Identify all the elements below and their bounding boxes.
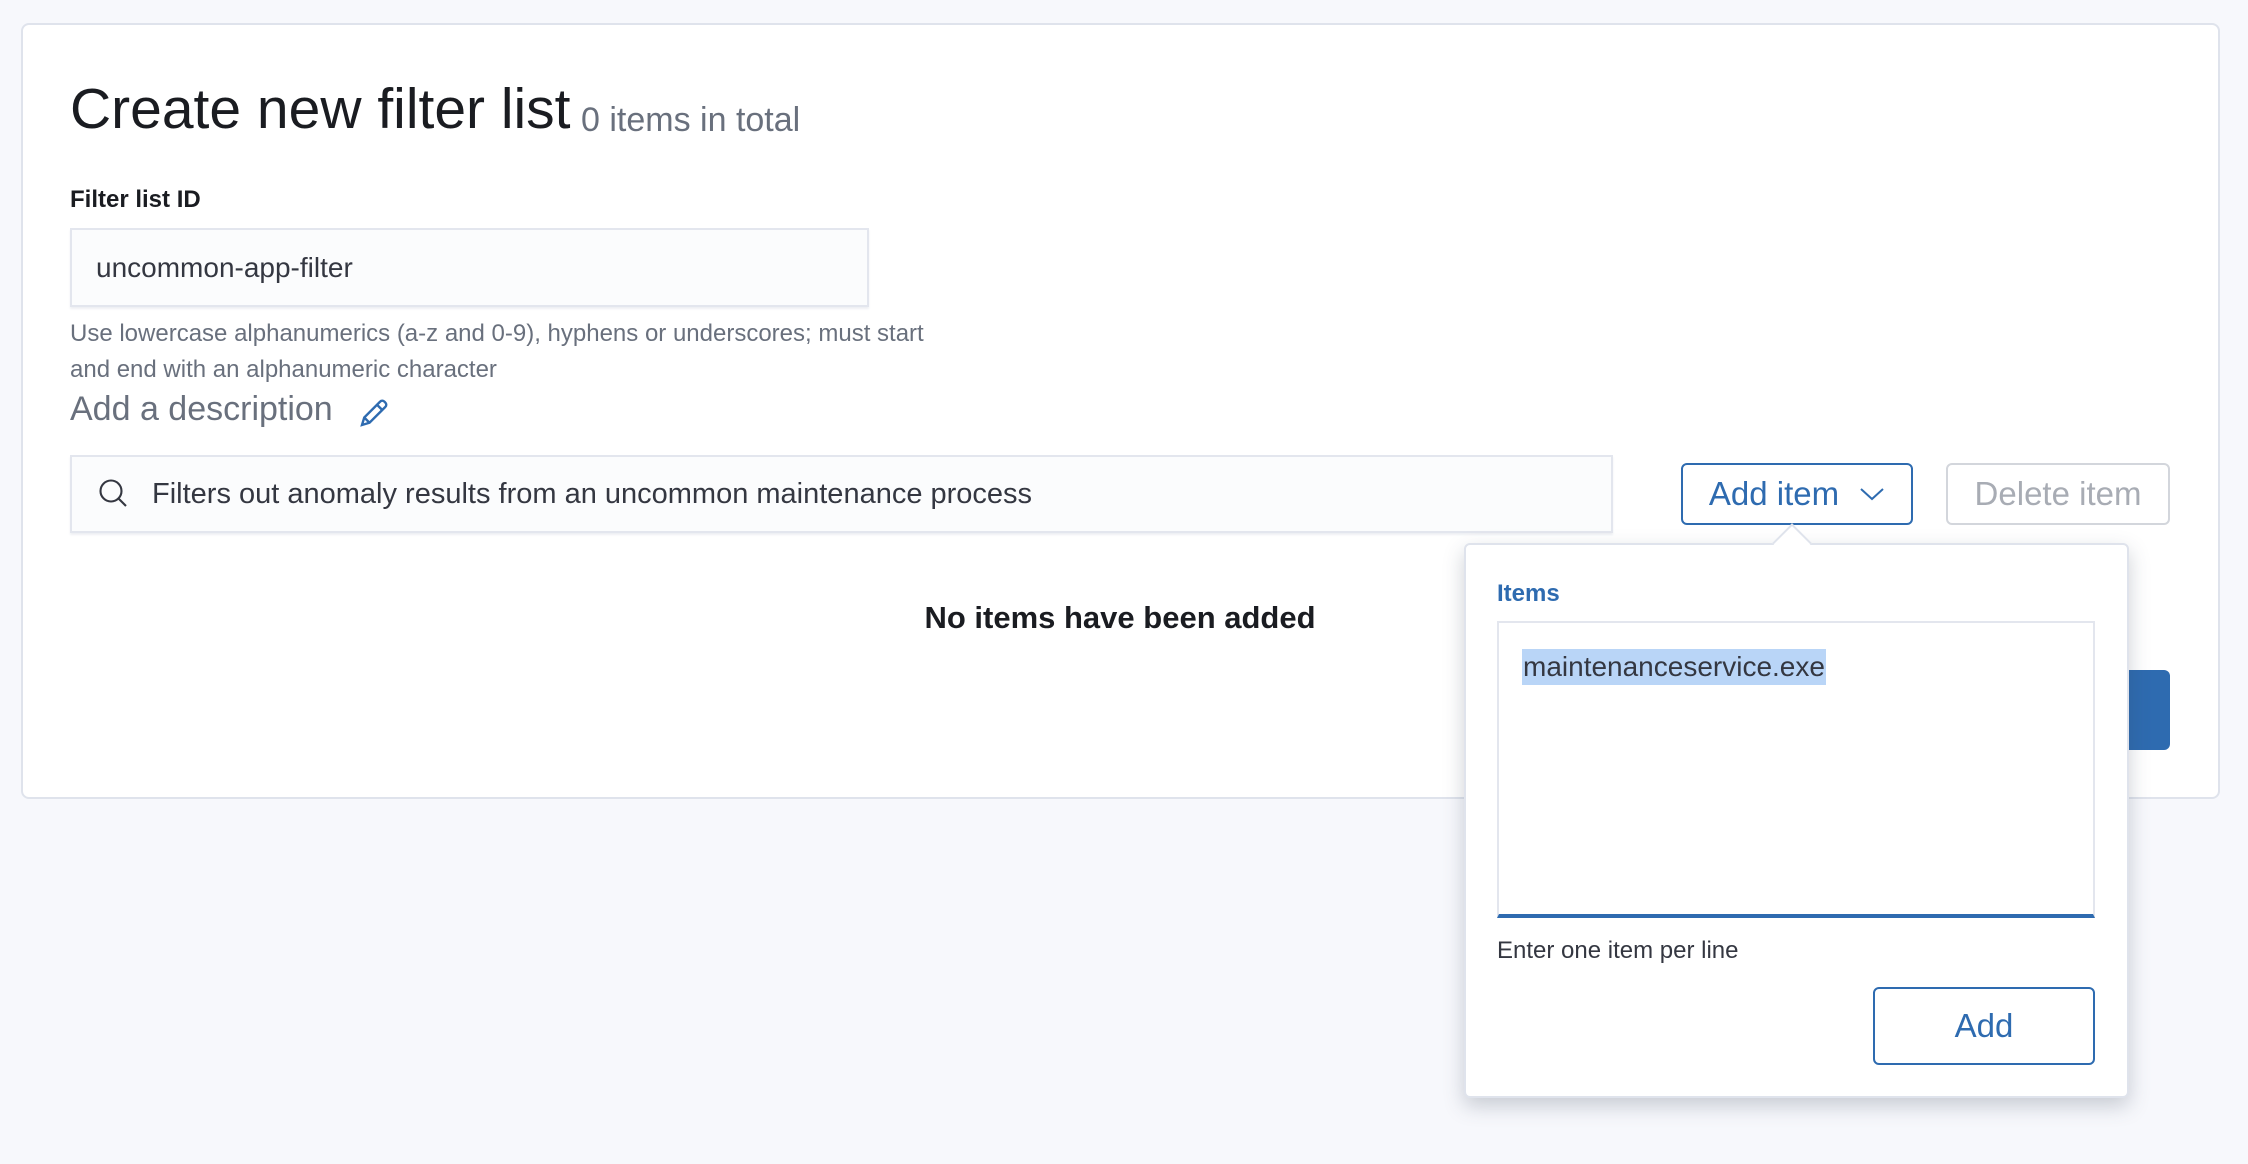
items-count: 0 items in total (581, 101, 801, 139)
add-button[interactable]: Add (1873, 987, 2095, 1065)
delete-item-button[interactable]: Delete item (1946, 463, 2170, 525)
chevron-down-icon (1860, 488, 1884, 501)
items-help: Enter one item per line (1497, 937, 1739, 964)
filter-list-id-help: Use lowercase alphanumerics (a-z and 0-9… (70, 320, 924, 383)
search-icon (99, 479, 127, 507)
pencil-icon[interactable] (356, 395, 392, 431)
items-textarea[interactable]: maintenanceservice.exe (1497, 621, 2095, 918)
filter-list-id-input[interactable]: uncommon-app-filter (70, 228, 869, 307)
add-item-button[interactable]: Add item (1681, 463, 1913, 525)
filter-list-id-label: Filter list ID (70, 186, 201, 213)
items-textarea-value: maintenanceservice.exe (1522, 649, 1826, 685)
search-value: Filters out anomaly results from an unco… (152, 478, 1033, 510)
add-item-label: Add item (1708, 475, 1840, 512)
search-input[interactable]: Filters out anomaly results from an unco… (70, 455, 1613, 533)
page-title: Create new filter list (70, 77, 571, 141)
items-label: Items (1497, 580, 1560, 607)
add-description-link[interactable]: Add a description (70, 390, 333, 429)
